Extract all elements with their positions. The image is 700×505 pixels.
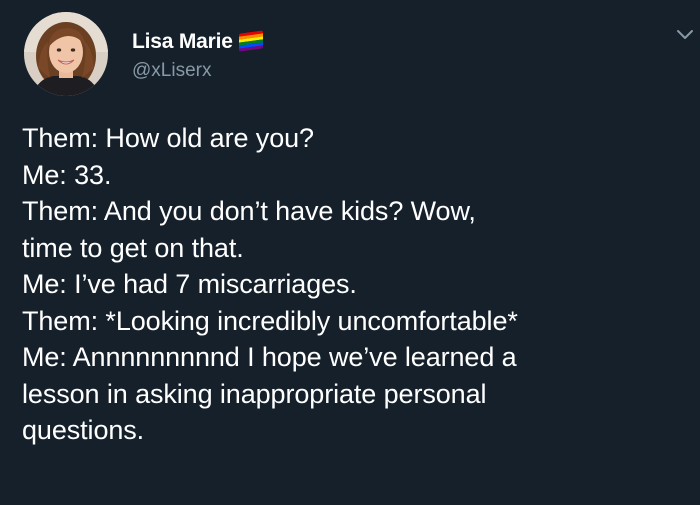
tweet-line: lesson in asking inappropriate personal <box>22 378 487 409</box>
avatar[interactable] <box>24 12 108 96</box>
tweet-card: Lisa Marie @xLiserx Them: How old are yo… <box>0 0 700 505</box>
rainbow-flag-icon <box>238 30 263 52</box>
tweet-line: Them: And you don’t have kids? Wow, <box>22 196 476 226</box>
tweet-line: Me: Annnnnnnnnd I hope we’ve learned a <box>22 342 517 372</box>
chevron-down-icon[interactable] <box>676 28 694 42</box>
avatar-photo <box>24 12 108 96</box>
tweet-line: time to get on that. <box>22 232 244 263</box>
author-display-name[interactable]: Lisa Marie <box>132 30 233 54</box>
tweet-line: Me: 33. <box>22 159 112 190</box>
tweet-line: Me: I’ve had 7 miscarriages. <box>22 269 357 299</box>
tweet-line: questions. <box>22 415 145 445</box>
tweet-body: Them: How old are you? Me: 33. Them: And… <box>22 120 692 449</box>
tweet-line: Them: How old are you? <box>22 123 314 153</box>
author-name-row[interactable]: Lisa Marie <box>132 30 263 54</box>
author-handle[interactable]: @xLiserx <box>132 60 211 82</box>
tweet-line: Them: *Looking incredibly uncomfortable* <box>22 305 518 336</box>
